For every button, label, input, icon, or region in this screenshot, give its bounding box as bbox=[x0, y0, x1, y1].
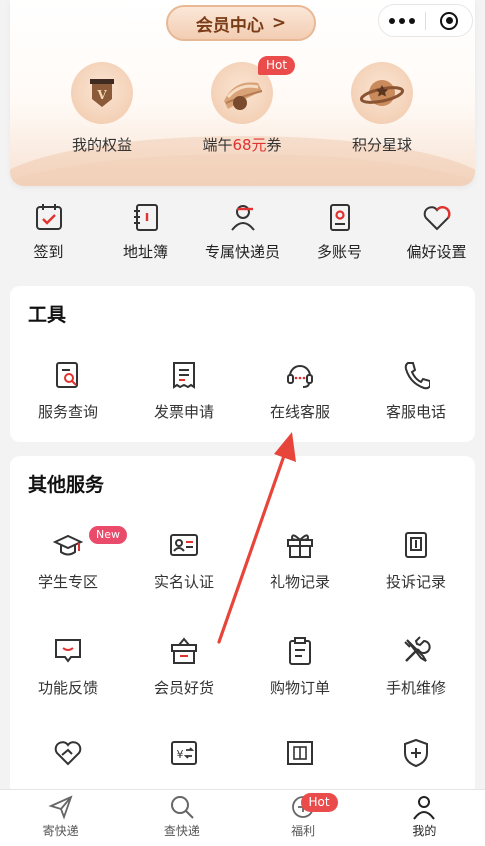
feedback-icon bbox=[10, 636, 126, 666]
service-label: 手机维修 bbox=[385, 679, 446, 697]
service-label: 购物订单 bbox=[269, 679, 330, 697]
quick-label: 专属快递员 bbox=[204, 243, 280, 261]
service-row3-item3[interactable] bbox=[242, 738, 358, 768]
mini-program-capsule bbox=[378, 4, 473, 37]
service-row3-item1[interactable] bbox=[10, 738, 126, 768]
address-book-icon bbox=[97, 200, 194, 232]
shield-plus-icon bbox=[358, 738, 474, 768]
user-icon bbox=[364, 790, 485, 820]
multi-account-icon bbox=[291, 200, 388, 232]
courier-icon bbox=[194, 200, 291, 232]
benefit-coupon[interactable]: 端午68元券 bbox=[182, 62, 302, 155]
chevron-right-icon: > bbox=[271, 13, 287, 33]
quick-actions: 签到 地址簿 专属快递员 多账号 偏好设置 bbox=[0, 200, 485, 272]
tool-hotline[interactable]: 客服电话 bbox=[358, 360, 474, 422]
quick-item-address-book[interactable]: 地址簿 bbox=[97, 200, 194, 272]
tab-mine[interactable]: 我的 bbox=[364, 790, 485, 846]
tab-label: 我的 bbox=[412, 824, 437, 838]
benefit-label: 端午68元券 bbox=[202, 136, 282, 154]
tab-label: 寄快递 bbox=[42, 824, 79, 838]
service-label: 礼物记录 bbox=[269, 573, 330, 591]
hot-badge: Hot bbox=[258, 56, 296, 75]
hot-badge: Hot bbox=[300, 793, 338, 812]
search-icon bbox=[121, 790, 242, 820]
quick-label: 地址簿 bbox=[122, 243, 168, 261]
tab-welfare[interactable]: 福利 Hot bbox=[243, 790, 364, 846]
tool-label: 服务查询 bbox=[37, 403, 98, 421]
heart-hands-icon bbox=[10, 738, 126, 768]
complaint-book-icon bbox=[358, 530, 474, 560]
service-gift-record[interactable]: 礼物记录 bbox=[242, 530, 358, 592]
member-center-button[interactable]: 会员中心 > bbox=[166, 5, 316, 41]
tools-card: 工具 服务查询 发票申请 在线客服 客服电话 bbox=[10, 286, 475, 442]
tab-send-express[interactable]: 寄快递 bbox=[0, 790, 121, 846]
more-icon[interactable] bbox=[379, 17, 425, 24]
section-title: 其他服务 bbox=[28, 474, 105, 496]
service-label: 实名认证 bbox=[153, 573, 214, 591]
benefit-my-rights[interactable]: V 我的权益 bbox=[42, 62, 162, 155]
heart-icon bbox=[388, 200, 485, 232]
quick-item-multi-account[interactable]: 多账号 bbox=[291, 200, 388, 272]
phone-icon bbox=[358, 360, 474, 390]
svg-text:V: V bbox=[96, 88, 107, 102]
tab-label: 查快递 bbox=[163, 824, 200, 838]
section-title: 工具 bbox=[28, 304, 67, 326]
quick-label: 多账号 bbox=[316, 243, 362, 261]
calendar-check-icon bbox=[0, 200, 97, 232]
tool-label: 客服电话 bbox=[385, 403, 446, 421]
send-icon bbox=[0, 790, 121, 820]
service-feedback[interactable]: 功能反馈 bbox=[10, 636, 126, 698]
service-row3-item2[interactable]: ¥ bbox=[126, 738, 242, 768]
tool-online-service[interactable]: 在线客服 bbox=[242, 360, 358, 422]
benefit-label: 我的权益 bbox=[71, 136, 132, 154]
bottom-tab-bar: 寄快递 查快递 福利 Hot 我的 bbox=[0, 789, 485, 846]
tools-icon bbox=[358, 636, 474, 666]
headset-icon bbox=[242, 360, 358, 390]
tool-service-query[interactable]: 服务查询 bbox=[10, 360, 126, 422]
new-badge: New bbox=[89, 526, 127, 544]
service-label: 功能反馈 bbox=[37, 679, 98, 697]
quick-item-courier[interactable]: 专属快递员 bbox=[194, 200, 291, 272]
id-card-icon bbox=[126, 530, 242, 560]
shopping-box-icon bbox=[126, 636, 242, 666]
badge-v-icon: V bbox=[71, 62, 133, 124]
service-label: 学生专区 bbox=[37, 573, 98, 591]
service-label: 投诉记录 bbox=[385, 573, 446, 591]
yuan-exchange-icon: ¥ bbox=[126, 738, 242, 768]
service-row3-item4[interactable] bbox=[358, 738, 474, 768]
close-target-icon[interactable] bbox=[426, 11, 472, 30]
service-phone-repair[interactable]: 手机维修 bbox=[358, 636, 474, 698]
receipt-icon bbox=[126, 360, 242, 390]
service-real-name[interactable]: 实名认证 bbox=[126, 530, 242, 592]
service-complaint-record[interactable]: 投诉记录 bbox=[358, 530, 474, 592]
quick-item-preferences[interactable]: 偏好设置 bbox=[388, 200, 485, 272]
clipboard-icon bbox=[242, 636, 358, 666]
gift-card-icon bbox=[242, 738, 358, 768]
tool-label: 在线客服 bbox=[269, 403, 330, 421]
quick-label: 偏好设置 bbox=[406, 243, 467, 261]
tab-label: 福利 bbox=[291, 824, 316, 838]
tool-label: 发票申请 bbox=[153, 403, 214, 421]
benefit-label: 积分星球 bbox=[351, 136, 412, 154]
planet-icon bbox=[351, 62, 413, 124]
quick-label: 签到 bbox=[33, 243, 64, 261]
gift-icon bbox=[242, 530, 358, 560]
other-services-card: 其他服务 学生专区 New 实名认证 礼物记录 投诉记录 功能反馈 会员好货 购… bbox=[10, 456, 475, 796]
doc-search-icon bbox=[10, 360, 126, 390]
benefit-points-planet[interactable]: 积分星球 bbox=[322, 62, 442, 155]
quick-item-signin[interactable]: 签到 bbox=[0, 200, 97, 272]
tab-track-express[interactable]: 查快递 bbox=[121, 790, 242, 846]
service-label: 会员好货 bbox=[153, 679, 214, 697]
svg-text:¥: ¥ bbox=[177, 748, 184, 761]
service-member-goods[interactable]: 会员好货 bbox=[126, 636, 242, 698]
tool-invoice[interactable]: 发票申请 bbox=[126, 360, 242, 422]
service-shopping-orders[interactable]: 购物订单 bbox=[242, 636, 358, 698]
